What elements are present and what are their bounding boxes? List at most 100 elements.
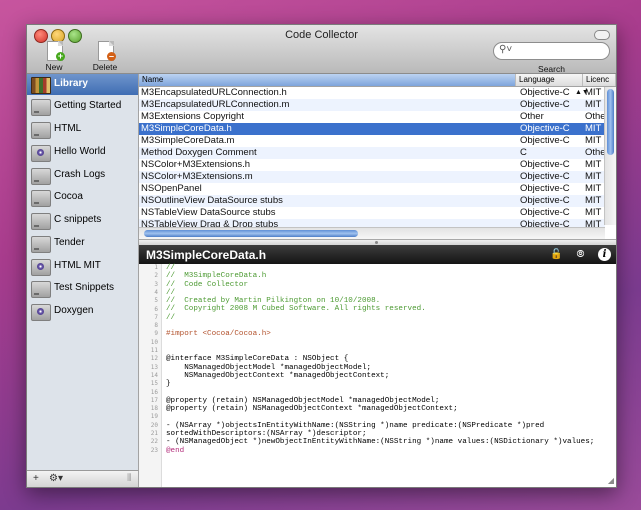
search-input[interactable]: ⚲˅ — [493, 42, 610, 60]
table-row[interactable]: NSOpenPanel Objective-C MIT — [139, 183, 605, 195]
sidebar-item-html-mit[interactable]: HTML MIT — [27, 256, 138, 277]
table-vertical-scrollbar[interactable] — [604, 87, 616, 225]
table-row[interactable]: M3EncapsulatedURLConnection.h Objective-… — [139, 87, 605, 99]
line-number: 6 — [154, 306, 158, 313]
sidebar-bottom-bar: + ⚙▾ ⦀ — [27, 470, 139, 487]
toolbar-toggle-button[interactable] — [594, 30, 610, 40]
new-snippet-icon: + — [43, 41, 65, 61]
app-window: Code Collector + New Snippet – Delete Sn… — [26, 24, 617, 488]
line-number: 14 — [150, 372, 158, 379]
sidebar-item-c-snippets[interactable]: C snippets — [27, 210, 138, 231]
column-header-name[interactable]: Name — [139, 74, 516, 86]
lock-icon[interactable]: 🔓 — [550, 248, 563, 261]
drive-icon — [31, 168, 51, 185]
cell-language[interactable]: Objective-C — [520, 159, 580, 171]
table-row[interactable]: M3Extensions Copyright Other Other — [139, 111, 609, 123]
line-number: 7 — [154, 314, 158, 321]
line-number: 23 — [150, 447, 158, 454]
table-row[interactable]: NSOutlineView DataSource stubs Objective… — [139, 195, 605, 207]
table-header: Name Language Licenc — [139, 74, 616, 87]
cell-name: NSTableView DataSource stubs — [141, 207, 276, 218]
sidebar-item-tender[interactable]: Tender — [27, 233, 138, 254]
wireless-share-icon[interactable]: ⦾ — [574, 248, 587, 261]
cell-language[interactable]: C — [520, 147, 580, 159]
code-line: // Created by Martin Pilkington on 10/10… — [166, 297, 381, 306]
cell-license[interactable]: MIT — [585, 219, 605, 227]
table-row[interactable]: Method Doxygen Comment C Other — [139, 147, 609, 159]
drive-icon — [31, 99, 51, 116]
code-line: // — [166, 313, 176, 322]
cell-language[interactable]: Objective-C — [520, 195, 580, 207]
cell-name: M3Extensions Copyright — [141, 111, 244, 122]
sidebar-item-label: HTML — [54, 123, 82, 134]
cell-language[interactable]: Objective-C — [520, 123, 580, 135]
sidebar-item-label: Hello World — [54, 146, 106, 157]
line-number: 2 — [154, 272, 158, 279]
resize-handle-icon[interactable]: ⦀ — [127, 473, 131, 484]
table-row[interactable]: M3EncapsulatedURLConnection.m Objective-… — [139, 99, 605, 111]
line-number: 18 — [150, 405, 158, 412]
table-row[interactable]: NSColor+M3Extensions.m Objective-C MIT — [139, 171, 605, 183]
sidebar-item-getting-started[interactable]: Getting Started — [27, 96, 138, 117]
cell-language[interactable]: Objective-C — [520, 87, 580, 99]
code-line: @property (retain) NSManagedObjectModel … — [166, 396, 440, 405]
line-number: 3 — [154, 281, 158, 288]
cell-language[interactable]: Objective-C — [520, 135, 580, 147]
sidebar-item-crash-logs[interactable]: Crash Logs — [27, 165, 138, 186]
drive-icon — [31, 213, 51, 230]
sidebar-item-test-snippets[interactable]: Test Snippets — [27, 278, 138, 299]
code-line: // Copyright 2008 M Cubed Software. All … — [166, 305, 426, 314]
cell-language[interactable]: Objective-C — [520, 171, 580, 183]
cell-name: NSColor+M3Extensions.h — [141, 159, 251, 170]
vertical-scroll-thumb[interactable] — [607, 89, 614, 155]
cell-language[interactable]: Objective-C — [520, 99, 580, 111]
sidebar-item-label: Tender — [54, 237, 85, 248]
code-line: @end — [166, 446, 185, 455]
add-collection-button[interactable]: + — [33, 473, 39, 484]
library-books-icon — [31, 77, 51, 94]
cell-name: M3EncapsulatedURLConnection.h — [141, 87, 287, 98]
code-line: #import <Cocoa/Cocoa.h> — [166, 330, 271, 339]
gear-menu-button[interactable]: ⚙▾ — [49, 473, 63, 484]
line-number: 12 — [150, 355, 158, 362]
table-horizontal-scrollbar[interactable] — [139, 227, 605, 239]
code-line: sortedWithDescriptors:(NSArray *)descrip… — [166, 429, 367, 438]
drive-icon — [31, 122, 51, 139]
table-row[interactable]: NSTableView DataSource stubs Objective-C… — [139, 207, 605, 219]
sidebar-item-cocoa[interactable]: Cocoa — [27, 187, 138, 208]
line-number: 17 — [150, 397, 158, 404]
line-number: 9 — [154, 330, 158, 337]
disc-icon — [31, 145, 51, 162]
table-row-selected[interactable]: M3SimpleCoreData.h Objective-C MIT — [139, 123, 605, 135]
table-row[interactable]: M3SimpleCoreData.m Objective-C MIT — [139, 135, 605, 147]
horizontal-scroll-thumb[interactable] — [144, 230, 358, 237]
sidebar-item-html[interactable]: HTML — [27, 119, 138, 140]
search-icon: ⚲˅ — [499, 44, 513, 55]
code-editor[interactable]: 1 2 3 4 5 6 7 8 9 10 11 12 13 14 15 16 1… — [139, 264, 616, 487]
line-number: 21 — [150, 430, 158, 437]
cell-language[interactable]: Other — [520, 111, 580, 123]
table-row[interactable]: NSColor+M3Extensions.h Objective-C MIT — [139, 159, 605, 171]
drive-icon — [31, 190, 51, 207]
code-line: } — [166, 380, 171, 389]
sidebar-item-library[interactable]: Library — [27, 74, 138, 95]
info-icon[interactable]: i — [598, 248, 611, 261]
sidebar: Library Getting Started HTML Hello World… — [27, 74, 139, 470]
cell-language[interactable]: Objective-C — [520, 219, 580, 227]
column-header-license[interactable]: Licenc — [583, 74, 616, 86]
line-number: 16 — [150, 389, 158, 396]
cell-language[interactable]: Objective-C — [520, 183, 580, 195]
code-text[interactable]: //// M3SimpleCoreData.h// Code Collector… — [166, 264, 594, 455]
window-resize-grip-icon[interactable]: ◢ — [608, 476, 614, 485]
sidebar-item-label: Getting Started — [54, 100, 122, 111]
table-row[interactable]: NSTableView Drag & Drop stubs Objective-… — [139, 219, 605, 227]
cell-language[interactable]: Objective-C — [520, 207, 580, 219]
column-header-language[interactable]: Language — [516, 74, 583, 86]
sidebar-item-hello-world[interactable]: Hello World — [27, 142, 138, 163]
divider-grip-icon — [375, 241, 378, 244]
drive-icon — [31, 281, 51, 298]
code-line: - (NSManagedObject *)newObjectInEntityWi… — [166, 438, 595, 447]
sidebar-item-doxygen[interactable]: Doxygen — [27, 301, 138, 322]
